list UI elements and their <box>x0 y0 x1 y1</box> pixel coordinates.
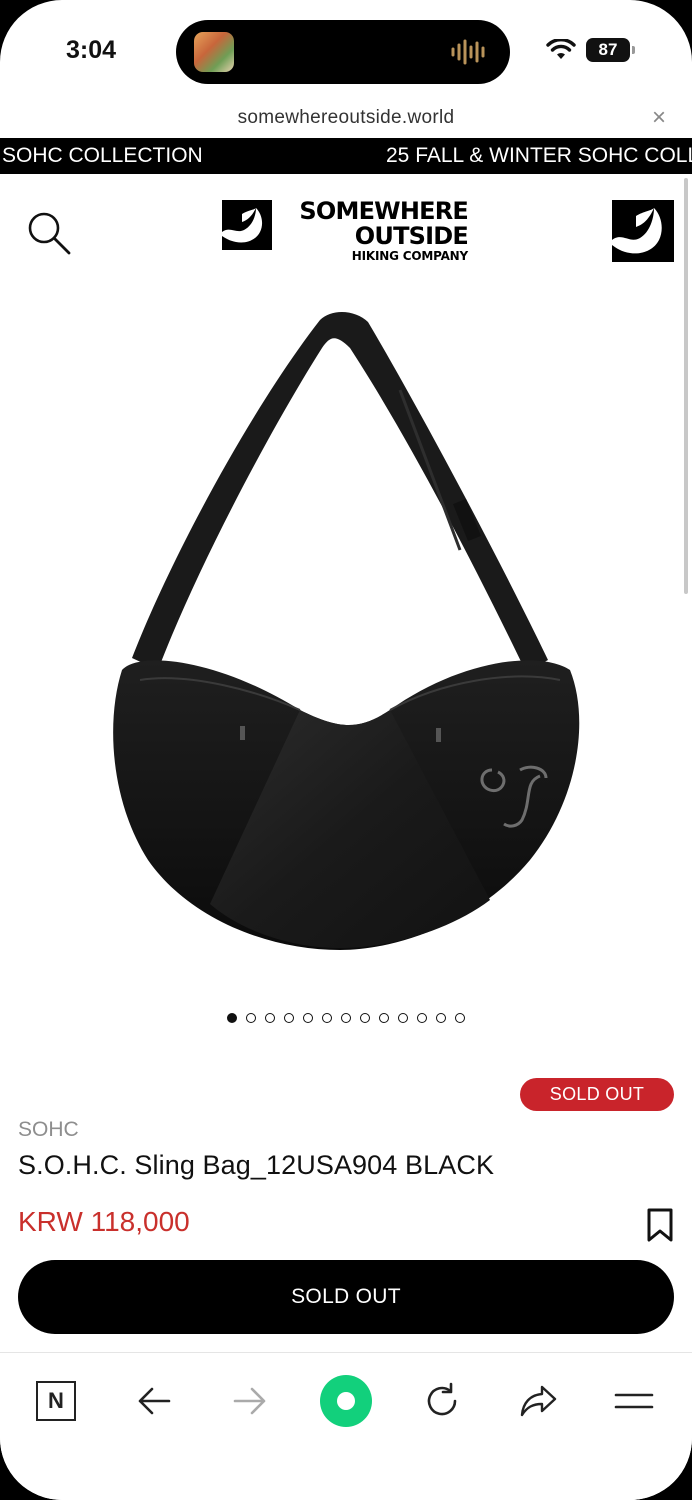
site-header: SOMEWHERE OUTSIDE HIKING COMPANY <box>0 174 692 284</box>
audio-waveform-icon <box>451 39 485 65</box>
phone-screen: 3:04 87 somewhereoutside.world × SOHC CO… <box>0 0 692 1500</box>
battery-icon: 87 <box>586 38 635 62</box>
bookmark-icon[interactable] <box>646 1207 674 1243</box>
marquee-text[interactable]: 25 FALL & WINTER SOHC COLLECTION <box>386 138 692 174</box>
product-title: S.O.H.C. Sling Bag_12USA904 BLACK <box>18 1150 495 1180</box>
now-playing-thumbnail[interactable] <box>194 32 234 72</box>
reload-button[interactable] <box>414 1373 470 1429</box>
url-bar[interactable]: somewhereoutside.world × <box>0 100 692 138</box>
marquee-text[interactable]: SOHC COLLECTION <box>2 138 203 174</box>
status-indicators: 87 <box>546 38 635 62</box>
carousel-dot[interactable] <box>322 1013 332 1023</box>
carousel-dot[interactable] <box>303 1013 313 1023</box>
search-icon[interactable] <box>24 208 74 258</box>
carousel-dot[interactable] <box>227 1013 237 1023</box>
status-time: 3:04 <box>66 36 117 64</box>
page-scrollbar[interactable] <box>684 178 688 594</box>
carousel-dot[interactable] <box>417 1013 427 1023</box>
naver-n-label: N <box>48 1388 64 1413</box>
carousel-dot[interactable] <box>379 1013 389 1023</box>
logo-wordmark: SOMEWHERE OUTSIDE HIKING COMPANY <box>278 198 468 264</box>
product-brand[interactable]: SOHC <box>18 1118 79 1142</box>
forward-arrow-icon <box>233 1387 266 1415</box>
home-button[interactable] <box>318 1373 374 1429</box>
product-price: KRW 118,000 <box>18 1206 190 1237</box>
back-button[interactable] <box>126 1373 182 1429</box>
dynamic-island[interactable] <box>176 20 510 84</box>
wifi-icon <box>546 39 576 59</box>
url-text[interactable]: somewhereoutside.world <box>0 107 692 129</box>
announcement-marquee[interactable]: SOHC COLLECTION 25 FALL & WINTER SOHC CO… <box>0 138 692 174</box>
menu-icon <box>614 1393 654 1409</box>
carousel-dot[interactable] <box>284 1013 294 1023</box>
share-icon <box>520 1385 557 1417</box>
close-icon[interactable]: × <box>652 104 666 132</box>
menu-button[interactable] <box>606 1373 662 1429</box>
carousel-dot[interactable] <box>455 1013 465 1023</box>
carousel-dot[interactable] <box>265 1013 275 1023</box>
browser-toolbar: N <box>0 1352 692 1500</box>
naver-n-icon: N <box>36 1381 76 1421</box>
logo-line-2: OUTSIDE <box>354 222 469 250</box>
carousel-indicator <box>0 1013 692 1023</box>
naver-n-button[interactable]: N <box>28 1373 84 1429</box>
carousel-dot[interactable] <box>246 1013 256 1023</box>
home-green-icon <box>320 1375 372 1427</box>
site-logo[interactable]: SOMEWHERE OUTSIDE HIKING COMPANY <box>222 198 472 264</box>
carousel-dot[interactable] <box>398 1013 408 1023</box>
carousel-dot[interactable] <box>341 1013 351 1023</box>
logo-line-3: HIKING COMPANY <box>351 249 468 263</box>
sold-out-button[interactable]: SOLD OUT <box>18 1260 674 1334</box>
forward-button[interactable] <box>222 1373 278 1429</box>
status-bar: 3:04 87 <box>0 0 692 100</box>
share-button[interactable] <box>510 1373 566 1429</box>
back-arrow-icon <box>138 1387 171 1415</box>
account-icon[interactable] <box>612 200 674 262</box>
carousel-dot[interactable] <box>436 1013 446 1023</box>
reload-icon <box>427 1382 457 1416</box>
battery-level: 87 <box>598 40 618 59</box>
carousel-dot[interactable] <box>360 1013 370 1023</box>
sold-out-badge: SOLD OUT <box>520 1078 674 1111</box>
product-image[interactable] <box>100 300 592 960</box>
brand-mark-icon <box>222 200 272 250</box>
logo-line-1: SOMEWHERE <box>299 197 468 225</box>
